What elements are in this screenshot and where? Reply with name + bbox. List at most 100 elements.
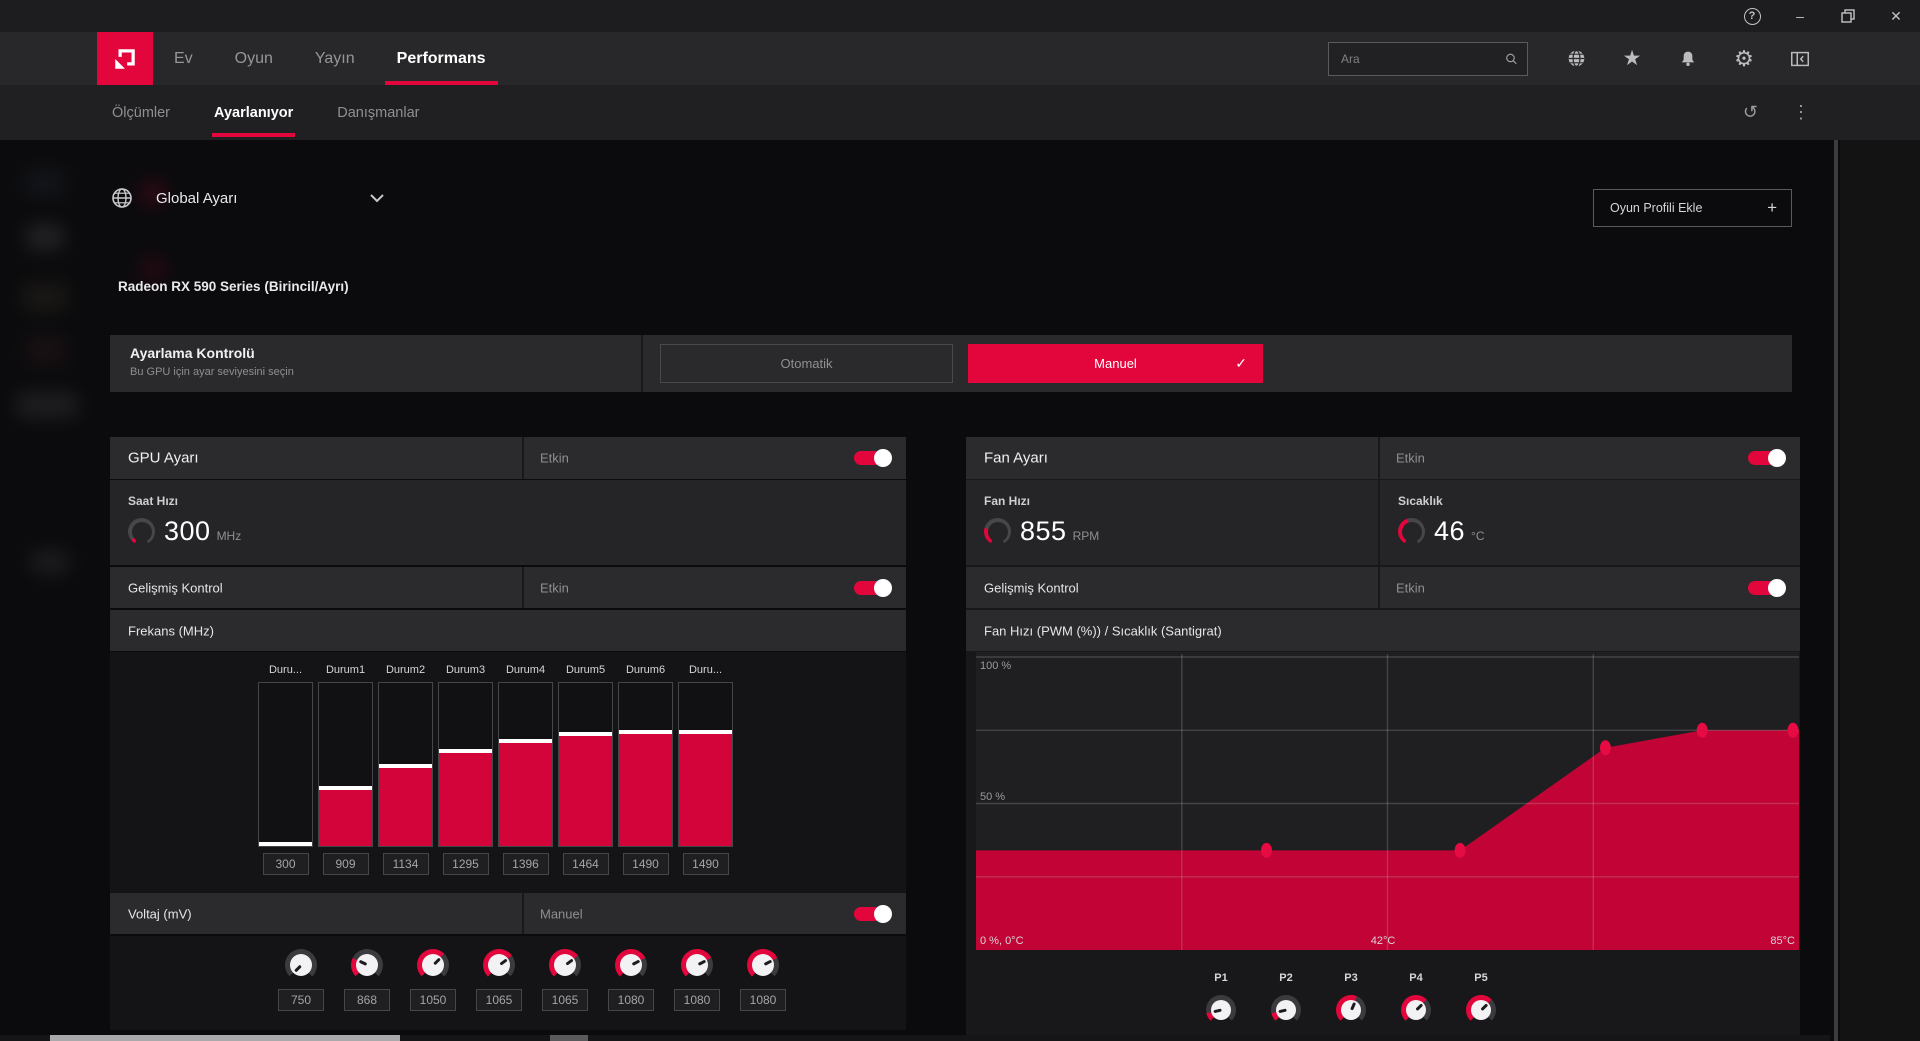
frequency-value-box[interactable]: 300: [262, 853, 309, 875]
fan-point-label: P5: [1474, 972, 1488, 984]
browser-button[interactable]: [1548, 32, 1604, 85]
knob-face: [686, 954, 708, 976]
restore-button[interactable]: [1824, 0, 1872, 32]
fan-curve-point-P4[interactable]: [1696, 722, 1708, 738]
nav-tab-performans[interactable]: Performans: [384, 32, 498, 85]
amd-logo[interactable]: [97, 32, 153, 85]
frequency-slider-handle[interactable]: [559, 732, 612, 737]
fan-panel-header: Fan Ayarı Etkin: [966, 437, 1800, 479]
frequency-slider-handle[interactable]: [619, 729, 672, 734]
voltage-value-box[interactable]: 1050: [410, 989, 456, 1011]
profile-selector[interactable]: Global Ayarı: [110, 186, 385, 210]
frequency-slider-handle[interactable]: [259, 842, 312, 847]
fan-curve-chart[interactable]: 100 % 50 % 0 %, 0°C 42°C 85°C: [976, 652, 1799, 950]
voltage-value-box[interactable]: 1080: [674, 989, 720, 1011]
voltage-value-box[interactable]: 1065: [476, 989, 522, 1011]
voltage-value-box[interactable]: 750: [278, 989, 324, 1011]
frequency-value-box[interactable]: 1490: [622, 853, 669, 875]
fan-curve-point-P5[interactable]: [1787, 722, 1799, 738]
frequency-slider-handle[interactable]: [319, 785, 372, 790]
frequency-slider[interactable]: [498, 682, 553, 847]
fan-chart-header: Fan Hızı (PWM (%)) / Sıcaklık (Santigrat…: [966, 610, 1800, 651]
frequency-slider[interactable]: [258, 682, 313, 847]
knob-dial[interactable]: [681, 949, 713, 981]
frequency-slider-handle[interactable]: [499, 738, 552, 743]
frequency-value-box[interactable]: 1464: [562, 853, 609, 875]
manual-button[interactable]: Manuel ✓: [968, 344, 1263, 383]
favorites-button[interactable]: ★: [1604, 32, 1660, 85]
knob-dial[interactable]: [615, 949, 647, 981]
fan-curve-point-P3[interactable]: [1599, 740, 1611, 756]
fan-curve-point-P2[interactable]: [1454, 842, 1466, 858]
knob-dial[interactable]: [1336, 995, 1366, 1025]
vertical-scrollbar[interactable]: [1834, 140, 1838, 1041]
search-input[interactable]: [1329, 52, 1504, 66]
nav-tab-ev[interactable]: Ev: [172, 32, 195, 85]
fan-curve-point-P1[interactable]: [1261, 842, 1272, 858]
collapse-panel-button[interactable]: [1772, 32, 1828, 85]
kebab-menu-icon[interactable]: ⋮: [1792, 102, 1810, 123]
close-button[interactable]: ✕: [1872, 0, 1920, 32]
knob-dial[interactable]: [747, 949, 779, 981]
knob-dial[interactable]: [1206, 995, 1236, 1025]
fan-point-label: P3: [1344, 972, 1358, 984]
knob-dial[interactable]: [285, 949, 317, 981]
nav-tab-oyun[interactable]: Oyun: [233, 32, 275, 85]
search-box[interactable]: [1328, 42, 1528, 76]
fan-curve-svg[interactable]: 100 % 50 % 0 %, 0°C 42°C 85°C: [976, 652, 1799, 950]
fan-tuning-toggle[interactable]: [1748, 449, 1786, 467]
frequency-value-box[interactable]: 1396: [502, 853, 549, 875]
help-button[interactable]: ?: [1728, 0, 1776, 32]
knob-dial[interactable]: [351, 949, 383, 981]
knob-dial[interactable]: [417, 949, 449, 981]
reset-icon[interactable]: ↺: [1743, 102, 1758, 123]
gpu-voltage-toggle[interactable]: [854, 904, 892, 923]
subnav-tab-ayarlanıyor[interactable]: Ayarlanıyor: [212, 85, 296, 140]
add-game-profile-button[interactable]: Oyun Profili Ekle +: [1593, 189, 1792, 227]
knob-dial[interactable]: [549, 949, 581, 981]
frequency-slider[interactable]: [558, 682, 613, 847]
subnav-tab-ölçümler[interactable]: Ölçümler: [112, 85, 170, 140]
notifications-button[interactable]: [1660, 32, 1716, 85]
knob-dial[interactable]: [1466, 995, 1496, 1025]
frequency-value-box[interactable]: 1490: [682, 853, 729, 875]
settings-button[interactable]: ⚙: [1716, 32, 1772, 85]
fan-speed-value: 855: [1020, 516, 1067, 546]
knob-dial[interactable]: [1401, 995, 1431, 1025]
voltage-value-box[interactable]: 1080: [740, 989, 786, 1011]
voltage-value-box[interactable]: 1065: [542, 989, 588, 1011]
knob-dial[interactable]: [1271, 995, 1301, 1025]
frequency-slider[interactable]: [678, 682, 733, 847]
minimize-button[interactable]: –: [1776, 0, 1824, 32]
gpu-tuning-toggle[interactable]: [854, 449, 892, 467]
horizontal-scrollbar[interactable]: [0, 1035, 1830, 1041]
frequency-value-box[interactable]: 909: [322, 853, 369, 875]
horizontal-scrollbar-segment[interactable]: [550, 1035, 588, 1041]
axis-label-85c: 85°C: [1770, 935, 1795, 947]
check-icon: ✓: [1235, 355, 1247, 371]
frequency-slider-handle[interactable]: [379, 764, 432, 769]
frequency-slider[interactable]: [318, 682, 373, 847]
frequency-slider[interactable]: [378, 682, 433, 847]
automatic-button[interactable]: Otomatik: [660, 344, 953, 383]
knob-face: [1471, 1000, 1491, 1020]
knob-dial[interactable]: [483, 949, 515, 981]
subnav-tab-danışmanlar[interactable]: Danışmanlar: [337, 85, 419, 140]
star-icon: ★: [1622, 47, 1642, 70]
frequency-slider-fill: [259, 842, 312, 847]
frequency-value-box[interactable]: 1134: [382, 853, 429, 875]
frequency-slider[interactable]: [618, 682, 673, 847]
horizontal-scrollbar-thumb[interactable]: [50, 1035, 400, 1041]
nav-tab-yayın[interactable]: Yayın: [313, 32, 357, 85]
voltage-value-box[interactable]: 1080: [608, 989, 654, 1011]
temperature-gauge: [1398, 518, 1425, 545]
frequency-slider-handle[interactable]: [679, 729, 732, 734]
frequency-slider-handle[interactable]: [439, 748, 492, 753]
frequency-slider[interactable]: [438, 682, 493, 847]
gpu-voltage-state: Manuel: [540, 906, 583, 921]
main-navbar: Ev Oyun Yayın Performans ★: [0, 32, 1920, 85]
voltage-value-box[interactable]: 868: [344, 989, 390, 1011]
gpu-advanced-toggle[interactable]: [854, 578, 892, 597]
frequency-value-box[interactable]: 1295: [442, 853, 489, 875]
fan-advanced-toggle[interactable]: [1748, 578, 1786, 597]
